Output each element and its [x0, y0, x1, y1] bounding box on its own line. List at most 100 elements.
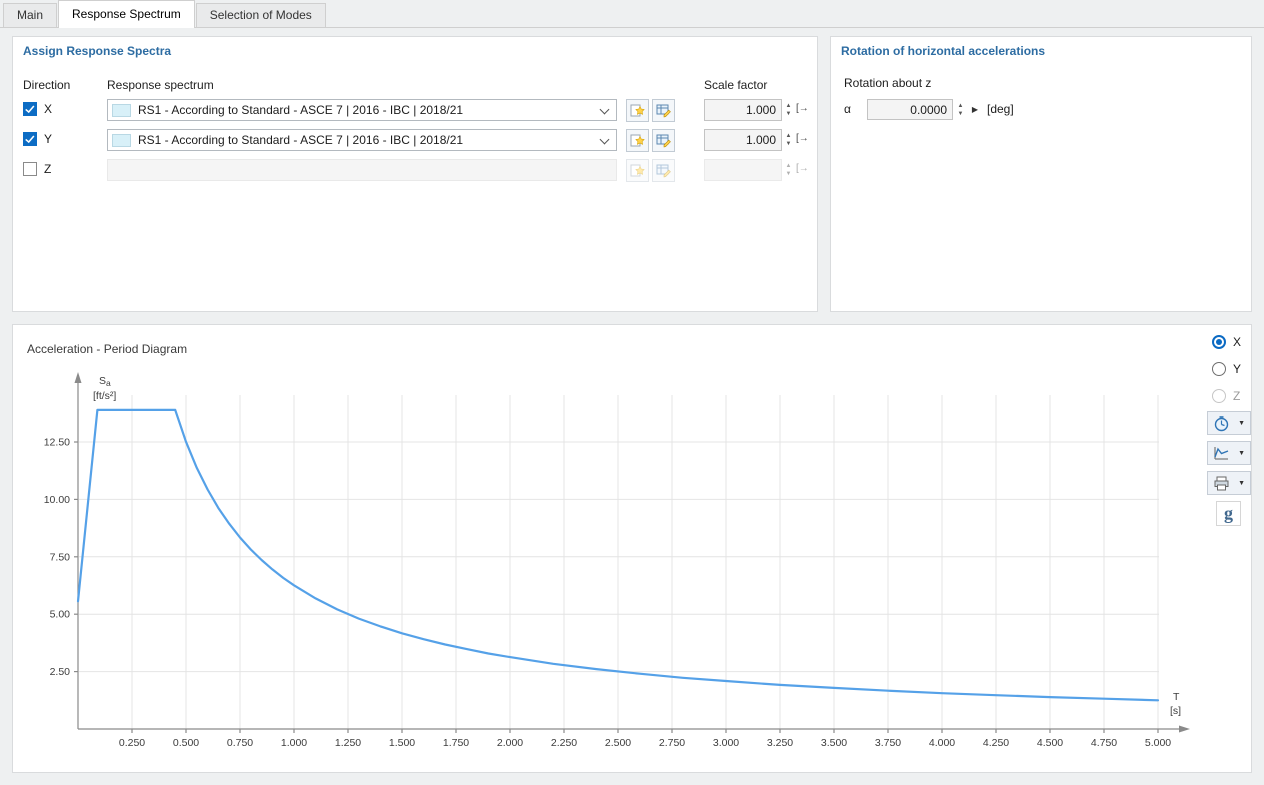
svg-text:5.000: 5.000 — [1145, 737, 1171, 749]
svg-text:0.500: 0.500 — [173, 737, 199, 749]
radio-x-label: X — [1233, 335, 1241, 349]
diagram-direction-z-radio: Z — [1212, 387, 1240, 405]
diagram-options-button[interactable]: ▼ — [1207, 441, 1251, 465]
spin-down-icon: ▼ — [786, 170, 792, 178]
svg-text:1.250: 1.250 — [335, 737, 361, 749]
radio-unselected-icon[interactable] — [1212, 362, 1226, 376]
direction-z-label: Z — [44, 162, 51, 176]
svg-text:0.750: 0.750 — [227, 737, 253, 749]
svg-text:2.50: 2.50 — [50, 666, 71, 678]
menu-arrow-icon: ▼ — [1238, 480, 1245, 487]
print-button[interactable]: ▼ — [1207, 471, 1251, 495]
menu-arrow-icon: ▼ — [1238, 450, 1245, 457]
svg-text:1.000: 1.000 — [281, 737, 307, 749]
svg-text:3.750: 3.750 — [875, 737, 901, 749]
edit-spectrum-button[interactable] — [652, 99, 675, 122]
edit-table-icon — [655, 162, 672, 179]
svg-text:[ft/s²]: [ft/s²] — [93, 390, 116, 402]
diagram-direction-x-radio[interactable]: X — [1212, 333, 1241, 351]
svg-text:T: T — [1173, 691, 1180, 703]
scale-factor-z-field — [704, 159, 782, 181]
edit-spectrum-button-disabled — [652, 159, 675, 182]
stopwatch-icon — [1213, 415, 1230, 432]
rotation-about-z-label: Rotation about z — [844, 76, 931, 90]
scale-factor-x-field[interactable]: 1.000 — [704, 99, 782, 121]
new-spectrum-button[interactable] — [626, 99, 649, 122]
alpha-value: 0.0000 — [910, 103, 947, 117]
assign-row-y: Y RS1 - According to Standard - ASCE 7 |… — [13, 129, 817, 153]
assign-row-z: Z ▲ ▼ [→ — [13, 159, 817, 183]
svg-text:4.500: 4.500 — [1037, 737, 1063, 749]
direction-z-checkbox[interactable] — [23, 162, 37, 176]
spectrum-settings-button[interactable]: ▼ — [1207, 411, 1251, 435]
svg-text:0.250: 0.250 — [119, 737, 145, 749]
svg-text:1.750: 1.750 — [443, 737, 469, 749]
edit-table-icon — [655, 102, 672, 119]
column-header-response-spectrum: Response spectrum — [107, 78, 214, 92]
alpha-expand-button[interactable]: ▶ — [968, 101, 982, 117]
svg-text:12.50: 12.50 — [44, 437, 70, 449]
edit-spectrum-button[interactable] — [652, 129, 675, 152]
svg-text:Sa: Sa — [99, 375, 111, 388]
spectrum-color-swatch — [112, 134, 131, 147]
spectrum-x-combo[interactable]: RS1 - According to Standard - ASCE 7 | 2… — [107, 99, 617, 121]
svg-text:1.500: 1.500 — [389, 737, 415, 749]
tab-bar: Main Response Spectrum Selection of Mode… — [0, 0, 1264, 28]
svg-text:2.250: 2.250 — [551, 737, 577, 749]
degree-unit-label: [deg] — [987, 102, 1014, 116]
diagram-direction-y-radio[interactable]: Y — [1212, 360, 1241, 378]
scale-factor-y-spinner[interactable]: ▲ ▼ — [783, 130, 794, 150]
spin-down-icon[interactable]: ▼ — [786, 110, 792, 118]
svg-text:4.000: 4.000 — [929, 737, 955, 749]
column-header-direction: Direction — [23, 78, 70, 92]
spin-up-icon[interactable]: ▲ — [958, 102, 964, 110]
new-star-icon — [629, 102, 646, 119]
scale-factor-y-field[interactable]: 1.000 — [704, 129, 782, 151]
new-spectrum-button-disabled — [626, 159, 649, 182]
scale-factor-z-spinner: ▲ ▼ — [783, 160, 794, 180]
svg-text:3.000: 3.000 — [713, 737, 739, 749]
direction-x-label: X — [44, 102, 52, 116]
spin-down-icon[interactable]: ▼ — [786, 140, 792, 148]
assign-response-spectra-panel: Assign Response Spectra Direction Respon… — [12, 36, 818, 312]
svg-text:2.000: 2.000 — [497, 737, 523, 749]
chart-icon — [1213, 445, 1230, 462]
apply-arrow-icon[interactable]: [→ — [796, 103, 809, 114]
apply-arrow-icon[interactable]: [→ — [796, 133, 809, 144]
direction-x-checkbox[interactable] — [23, 102, 37, 116]
alpha-label: α — [844, 102, 851, 116]
new-spectrum-button[interactable] — [626, 129, 649, 152]
svg-text:2.500: 2.500 — [605, 737, 631, 749]
spin-up-icon[interactable]: ▲ — [786, 132, 792, 140]
new-star-icon — [629, 132, 646, 149]
spectrum-y-value: RS1 - According to Standard - ASCE 7 | 2… — [138, 133, 463, 147]
rotation-panel: Rotation of horizontal accelerations Rot… — [830, 36, 1252, 312]
spin-down-icon[interactable]: ▼ — [958, 110, 964, 118]
check-icon — [24, 103, 36, 115]
svg-text:4.250: 4.250 — [983, 737, 1009, 749]
svg-text:3.500: 3.500 — [821, 737, 847, 749]
spin-up-icon[interactable]: ▲ — [786, 102, 792, 110]
tab-main[interactable]: Main — [3, 3, 57, 27]
tab-selection-of-modes[interactable]: Selection of Modes — [196, 3, 326, 27]
alpha-field[interactable]: 0.0000 — [867, 99, 953, 120]
scale-factor-x-spinner[interactable]: ▲ ▼ — [783, 100, 794, 120]
check-icon — [24, 133, 36, 145]
column-header-scale-factor: Scale factor — [704, 78, 767, 92]
panel-title: Assign Response Spectra — [23, 44, 171, 58]
g-logo-button[interactable]: g — [1216, 501, 1241, 526]
direction-y-label: Y — [44, 132, 52, 146]
scale-factor-x-value: 1.000 — [746, 103, 776, 117]
tab-response-spectrum[interactable]: Response Spectrum — [58, 0, 195, 28]
panel-title: Rotation of horizontal accelerations — [841, 44, 1045, 58]
svg-text:7.50: 7.50 — [50, 551, 71, 563]
alpha-spinner[interactable]: ▲ ▼ — [955, 100, 966, 120]
direction-y-checkbox[interactable] — [23, 132, 37, 146]
printer-icon — [1213, 475, 1230, 492]
spectrum-z-combo — [107, 159, 617, 181]
menu-arrow-icon: ▼ — [1238, 420, 1245, 427]
svg-text:10.00: 10.00 — [44, 494, 70, 506]
radio-selected-icon[interactable] — [1212, 335, 1226, 349]
spectrum-y-combo[interactable]: RS1 - According to Standard - ASCE 7 | 2… — [107, 129, 617, 151]
radio-z-label: Z — [1233, 389, 1240, 403]
